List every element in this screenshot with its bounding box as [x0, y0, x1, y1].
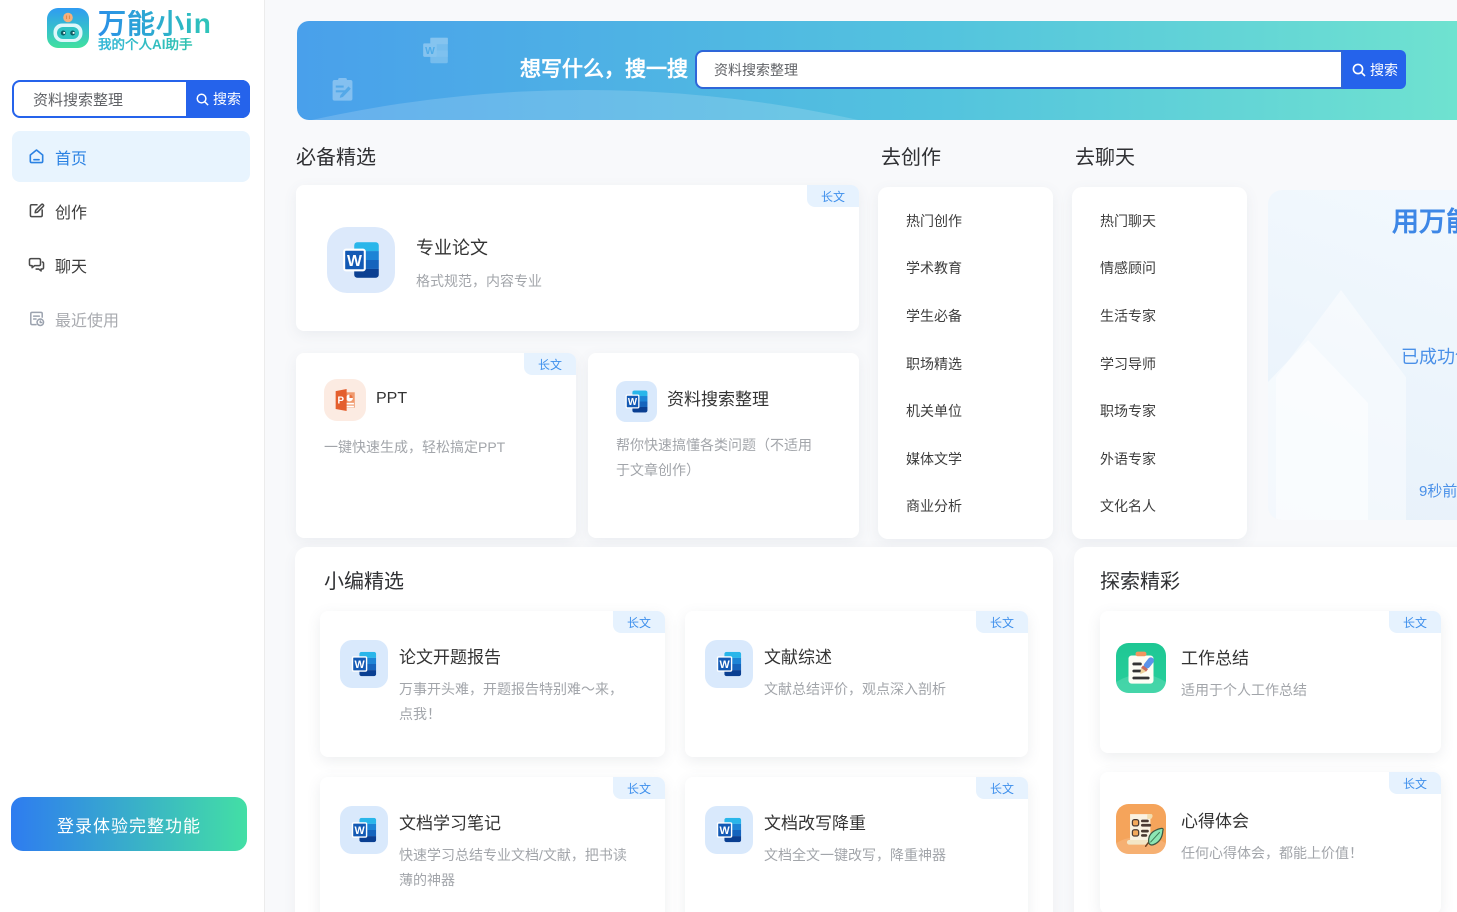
svg-text:W: W [354, 825, 365, 837]
svg-text:P: P [337, 396, 344, 407]
svg-text:W: W [425, 46, 435, 57]
svg-text:W: W [719, 659, 730, 671]
svg-text:W: W [628, 397, 638, 408]
svg-text:W: W [347, 253, 362, 270]
svg-text:W: W [719, 825, 730, 837]
svg-text:W: W [354, 659, 365, 671]
